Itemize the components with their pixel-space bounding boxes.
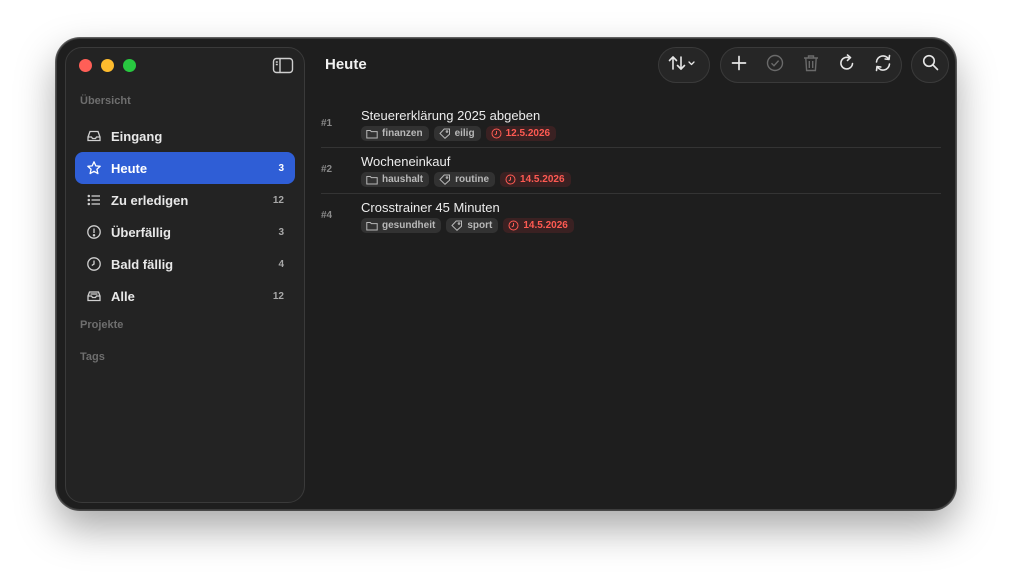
- overdue-clock-icon: [508, 220, 519, 231]
- sidebar-item-eingang[interactable]: Eingang: [75, 120, 295, 152]
- task-row[interactable]: #4 Crosstrainer 45 Minuten gesundheit sp…: [321, 194, 941, 240]
- search-pill: [911, 47, 949, 83]
- section-projects-label[interactable]: Projekte: [80, 319, 123, 331]
- due-date-label: 14.5.2026: [523, 220, 568, 231]
- delete-button[interactable]: [793, 48, 829, 82]
- complete-button[interactable]: [757, 48, 793, 82]
- clock-icon: [86, 256, 102, 272]
- tag-chip[interactable]: eilig: [433, 126, 481, 141]
- sidebar-item-ueberfaellig[interactable]: Überfällig 3: [75, 216, 295, 248]
- tag-chip-label: eilig: [454, 128, 475, 139]
- sidebar-item-label: Alle: [111, 288, 135, 304]
- project-chip-label: finanzen: [382, 128, 423, 139]
- task-chips: gesundheit sport 14.5.2026: [361, 218, 574, 233]
- sort-pill: [658, 47, 710, 83]
- overdue-clock-icon: [491, 128, 502, 139]
- project-chip-label: gesundheit: [382, 220, 436, 231]
- due-date-chip[interactable]: 14.5.2026: [503, 218, 574, 233]
- sidebar-item-count: 3: [278, 226, 284, 238]
- actions-pill: [720, 47, 902, 83]
- plus-icon: [731, 55, 747, 76]
- tag-chip-label: routine: [455, 174, 490, 185]
- project-chip-label: haushalt: [382, 174, 424, 185]
- task-number: #1: [321, 118, 333, 129]
- search-button[interactable]: [912, 48, 948, 82]
- repeat-button[interactable]: [829, 48, 865, 82]
- sidebar-item-count: 3: [278, 162, 284, 174]
- task-row[interactable]: #2 Wocheneinkauf haushalt routine 14.5.2…: [321, 148, 941, 194]
- tray-icon: [86, 288, 102, 304]
- tag-chip[interactable]: routine: [434, 172, 496, 187]
- tag-icon: [439, 174, 451, 185]
- search-icon: [922, 54, 939, 76]
- sort-button[interactable]: [659, 48, 709, 82]
- close-button[interactable]: [79, 59, 92, 72]
- checkmark-circle-icon: [766, 54, 784, 77]
- folder-icon: [366, 129, 378, 138]
- sidebar-item-count: 12: [272, 194, 284, 206]
- inbox-icon: [86, 128, 102, 144]
- sidebar-nav: Eingang Heute 3 Zu erledigen 12 Überfäll…: [75, 120, 295, 312]
- sidebar-item-count: 4: [278, 258, 284, 270]
- star-icon: [86, 160, 102, 176]
- due-date-label: 14.5.2026: [520, 174, 565, 185]
- sidebar-item-label: Heute: [111, 160, 148, 176]
- minimize-button[interactable]: [101, 59, 114, 72]
- sidebar-toggle-icon[interactable]: [272, 57, 294, 74]
- sidebar-item-zu-erledigen[interactable]: Zu erledigen 12: [75, 184, 295, 216]
- task-title[interactable]: Wocheneinkauf: [361, 154, 450, 169]
- task-row[interactable]: #1 Steuererklärung 2025 abgeben finanzen…: [321, 102, 941, 148]
- section-overview-label: Übersicht: [80, 95, 131, 107]
- project-chip[interactable]: finanzen: [361, 126, 429, 141]
- task-number: #4: [321, 210, 333, 221]
- due-date-chip[interactable]: 14.5.2026: [500, 172, 571, 187]
- task-title[interactable]: Steuererklärung 2025 abgeben: [361, 108, 540, 123]
- sidebar-item-label: Zu erledigen: [111, 192, 189, 208]
- page-title: Heute: [325, 56, 367, 73]
- window-controls: [79, 59, 136, 72]
- sort-icon: [668, 54, 700, 77]
- tag-chip[interactable]: sport: [446, 218, 499, 233]
- main-content: Heute #1 Steuererklärung 2025 abgeben fi…: [313, 39, 955, 509]
- due-date-label: 12.5.2026: [505, 128, 551, 139]
- sidebar-item-count: 12: [272, 290, 284, 302]
- overdue-clock-icon: [505, 174, 516, 185]
- sidebar-item-label: Bald fällig: [111, 256, 174, 272]
- project-chip[interactable]: haushalt: [361, 172, 430, 187]
- tag-icon: [438, 128, 450, 139]
- task-chips: finanzen eilig 12.5.2026: [361, 126, 557, 141]
- rotate-cw-icon: [838, 53, 856, 77]
- task-title[interactable]: Crosstrainer 45 Minuten: [361, 200, 500, 215]
- sidebar-item-label: Überfällig: [111, 224, 171, 240]
- sync-icon: [873, 54, 893, 77]
- folder-icon: [366, 221, 378, 230]
- trash-icon: [803, 54, 819, 77]
- add-button[interactable]: [721, 48, 757, 82]
- exclamation-circle-icon: [86, 224, 102, 240]
- due-date-chip[interactable]: 12.5.2026: [485, 126, 557, 141]
- folder-icon: [366, 175, 378, 184]
- sidebar-item-heute[interactable]: Heute 3: [75, 152, 295, 184]
- list-icon: [86, 192, 102, 208]
- task-chips: haushalt routine 14.5.2026: [361, 172, 571, 187]
- task-number: #2: [321, 164, 333, 175]
- sync-button[interactable]: [865, 48, 901, 82]
- app-window: Übersicht Eingang Heute 3 Zu erledigen 1…: [56, 38, 956, 510]
- sidebar-item-bald-faellig[interactable]: Bald fällig 4: [75, 248, 295, 280]
- zoom-button[interactable]: [123, 59, 136, 72]
- sidebar-item-label: Eingang: [111, 128, 163, 144]
- project-chip[interactable]: gesundheit: [361, 218, 442, 233]
- section-tags-label[interactable]: Tags: [80, 351, 105, 363]
- tag-chip-label: sport: [467, 220, 493, 231]
- sidebar-item-alle[interactable]: Alle 12: [75, 280, 295, 312]
- sidebar: Übersicht Eingang Heute 3 Zu erledigen 1…: [65, 47, 305, 503]
- task-list: #1 Steuererklärung 2025 abgeben finanzen…: [321, 102, 941, 240]
- tag-icon: [451, 220, 463, 231]
